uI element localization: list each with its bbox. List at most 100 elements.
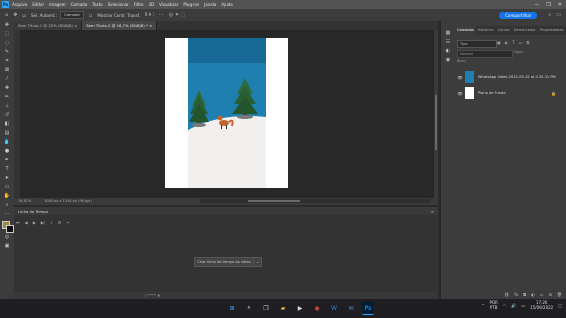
- crop-tool-icon[interactable]: ⌗: [0, 57, 14, 66]
- menu-visualizar[interactable]: Visualizar: [159, 2, 178, 7]
- timeline-title[interactable]: Linha do Tempo: [18, 209, 48, 214]
- group-icon[interactable]: ▭: [540, 292, 544, 297]
- mail-icon[interactable]: ✉: [345, 302, 357, 314]
- windows-start-icon[interactable]: ⊞: [226, 302, 238, 314]
- menu-imagem[interactable]: Imagem: [49, 2, 65, 7]
- panel-menu-icon[interactable]: ≡: [431, 209, 434, 214]
- color-panel-icon[interactable]: ◉: [441, 56, 455, 65]
- dodge-tool-icon[interactable]: ●: [0, 147, 14, 156]
- horizontal-scroll-thumb[interactable]: [248, 200, 300, 202]
- lock-label[interactable]: Bloq.:: [457, 59, 467, 63]
- close-tab-icon[interactable]: ×: [74, 23, 77, 28]
- pen-tool-icon[interactable]: ✒: [0, 156, 14, 165]
- home-icon[interactable]: ⌂: [5, 12, 8, 18]
- layer-row-background[interactable]: 👁 Plano de Fundo 🔒: [455, 85, 566, 101]
- more-tools-icon[interactable]: ⋯: [0, 210, 14, 219]
- opacity-label[interactable]: Opac.:: [514, 50, 525, 54]
- play-icon[interactable]: ▶: [33, 220, 36, 227]
- prev-frame-icon[interactable]: ◀: [25, 220, 28, 227]
- share-button[interactable]: Compartilhar: [499, 11, 538, 19]
- blur-tool-icon[interactable]: 💧: [0, 138, 14, 147]
- menu-ajuda[interactable]: Ajuda: [221, 2, 232, 7]
- mask-icon[interactable]: ◘: [523, 292, 526, 297]
- first-frame-icon[interactable]: ⏮: [16, 220, 20, 227]
- search-icon[interactable]: ⌕: [548, 12, 551, 18]
- menu-3d[interactable]: 3D: [149, 2, 155, 7]
- chrome-icon[interactable]: ◉: [311, 302, 323, 314]
- move-tool-icon[interactable]: ✥: [0, 21, 14, 30]
- zoom-tool-icon[interactable]: ⌕: [0, 201, 14, 210]
- screen-mode-icon[interactable]: ▣: [0, 242, 14, 251]
- create-video-timeline-button[interactable]: Criar linha do tempo do vídeo: [194, 257, 254, 267]
- menu-camada[interactable]: Camada: [71, 2, 88, 7]
- photoshop-logo[interactable]: Ps: [2, 1, 9, 8]
- healing-brush-icon[interactable]: ✚: [0, 84, 14, 93]
- stamp-tool-icon[interactable]: ⊥: [0, 102, 14, 111]
- menu-editar[interactable]: Editar: [32, 2, 44, 7]
- vertical-scroll-thumb[interactable]: [435, 95, 437, 150]
- search-icon[interactable]: ⌕: [243, 302, 255, 314]
- timeline-mode-dropdown[interactable]: ⌄: [253, 257, 262, 267]
- wifi-icon[interactable]: ◠: [503, 303, 507, 308]
- tab-camadas[interactable]: Camadas: [455, 26, 476, 35]
- adjustments-panel-icon[interactable]: ◐: [441, 47, 455, 56]
- zoom-slider[interactable]: △ ━━━━ ▲: [144, 293, 160, 297]
- filter-pixel-icon[interactable]: ▣: [497, 40, 501, 45]
- 3d-mode-icon[interactable]: ◎ ✦ ⬚: [169, 12, 185, 18]
- tab-propriedades[interactable]: Propriedades: [538, 26, 566, 35]
- menu-selecionar[interactable]: Selecionar: [108, 2, 129, 7]
- new-layer-icon[interactable]: ⊞: [549, 292, 552, 297]
- close-tab-icon[interactable]: ×: [149, 23, 152, 28]
- align-icons[interactable]: ⫴ ⫵ ⫶: [145, 12, 154, 18]
- task-view-icon[interactable]: ❐: [260, 302, 272, 314]
- menu-texto[interactable]: Texto: [92, 2, 103, 7]
- type-tool-icon[interactable]: T: [0, 165, 14, 174]
- fx-icon[interactable]: fx: [514, 292, 518, 297]
- tab-historico[interactable]: Histórico: [476, 26, 496, 35]
- horizontal-scrollbar[interactable]: [200, 199, 430, 203]
- lasso-tool-icon[interactable]: ◌: [0, 39, 14, 48]
- adjustment-layer-icon[interactable]: ◐: [531, 292, 535, 297]
- clock[interactable]: 17:26 15/09/2022: [530, 300, 553, 310]
- menu-arquivo[interactable]: Arquivo: [12, 2, 27, 7]
- settings-icon[interactable]: ⚙: [58, 220, 62, 227]
- tray-arrow-icon[interactable]: ⌃: [481, 303, 484, 308]
- path-select-icon[interactable]: ➤: [0, 174, 14, 183]
- delete-layer-icon[interactable]: 🗑: [557, 292, 562, 297]
- tab-canais[interactable]: Canais: [496, 26, 512, 35]
- auto-select-checkbox[interactable]: ☑: [22, 13, 26, 18]
- maximize-button[interactable]: ❐: [546, 2, 550, 8]
- hand-tool-icon[interactable]: ✋: [0, 192, 14, 201]
- filter-adjust-icon[interactable]: ◐: [505, 40, 509, 45]
- eyedropper-icon[interactable]: ⁄: [0, 75, 14, 84]
- marquee-tool-icon[interactable]: ⬚: [0, 30, 14, 39]
- shape-tool-icon[interactable]: ▭: [0, 183, 14, 192]
- eraser-icon[interactable]: ◧: [0, 120, 14, 129]
- tab-document-1[interactable]: Sem Título-1 @ 25% (RGB/8) ×: [14, 21, 83, 30]
- close-button[interactable]: ✕: [558, 2, 562, 8]
- link-layers-icon[interactable]: ⛓: [504, 292, 509, 297]
- brush-tool-icon[interactable]: ✏: [0, 93, 14, 102]
- menu-janela[interactable]: Janela: [204, 2, 216, 7]
- move-tool-icon[interactable]: ✥: [13, 12, 17, 18]
- menu-filtro[interactable]: Filtro: [134, 2, 144, 7]
- history-panel-icon[interactable]: ▦: [441, 29, 455, 38]
- minimize-button[interactable]: —: [534, 2, 539, 8]
- filter-smart-icon[interactable]: ⧉: [527, 40, 530, 45]
- properties-panel-icon[interactable]: ☷: [441, 38, 455, 47]
- audio-icon[interactable]: ♪: [50, 220, 53, 227]
- photoshop-taskbar-icon[interactable]: Ps: [362, 302, 374, 315]
- quick-mask-icon[interactable]: ◎: [0, 233, 14, 242]
- quick-select-icon[interactable]: ✎: [0, 48, 14, 57]
- transform-checkbox[interactable]: ☐: [89, 13, 93, 18]
- language-indicator[interactable]: POR PTB: [490, 300, 498, 310]
- history-brush-icon[interactable]: ↺: [0, 111, 14, 120]
- visibility-eye-icon[interactable]: 👁: [455, 91, 465, 96]
- zoom-level[interactable]: 16,67%: [18, 199, 31, 203]
- tab-document-2[interactable]: Sem Título-2 @ 16,7% (RGB/8) * ×: [82, 21, 158, 30]
- media-player-icon[interactable]: ▶: [294, 302, 306, 314]
- gradient-icon[interactable]: ▤: [0, 129, 14, 138]
- layer-select-dropdown[interactable]: Camada: [60, 11, 84, 19]
- distribute-icons[interactable]: ⋯: [159, 12, 164, 18]
- cut-icon[interactable]: ✂: [66, 220, 69, 227]
